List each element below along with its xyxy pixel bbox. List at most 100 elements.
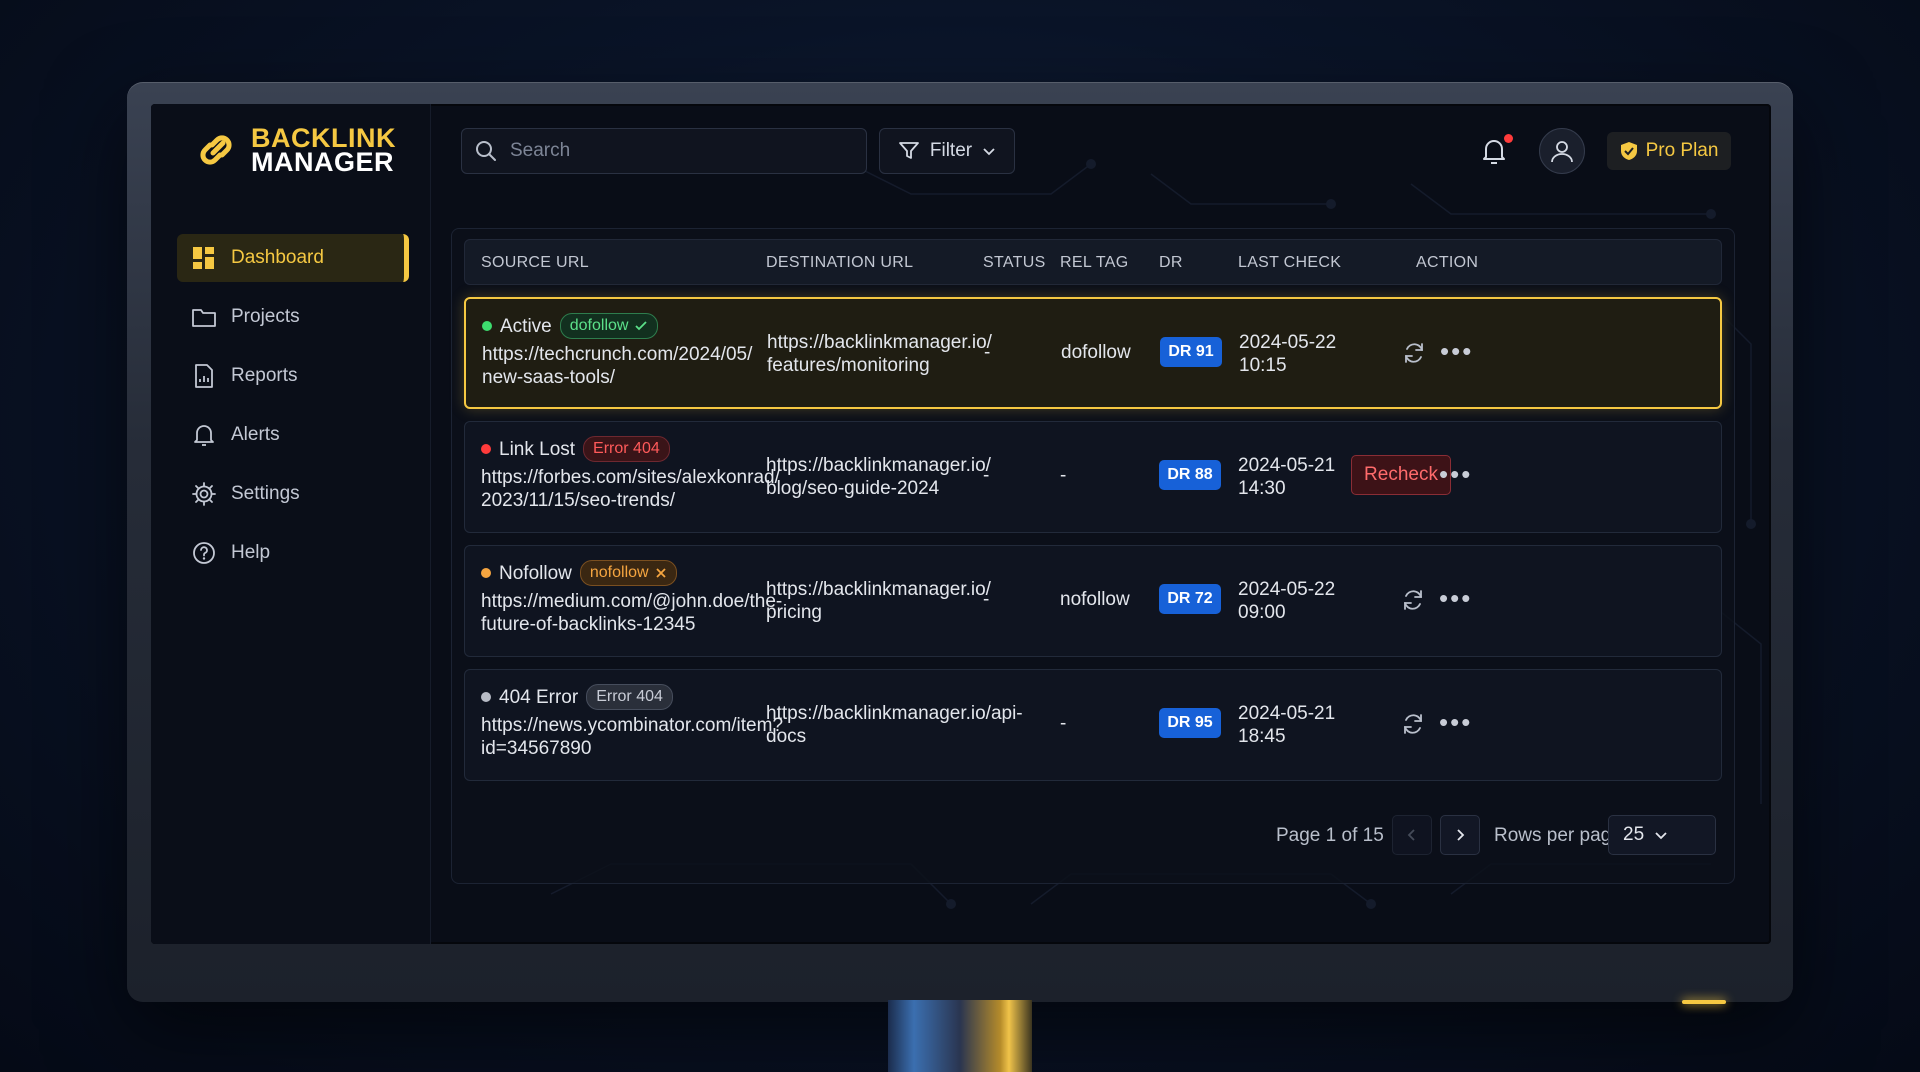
status-dot-red xyxy=(481,444,491,454)
logo-line-2: MANAGER xyxy=(251,147,394,177)
backlinks-table-panel: SOURCE URL DESTINATION URL STATUS REL TA… xyxy=(451,228,1735,884)
user-avatar[interactable] xyxy=(1539,128,1585,174)
chevron-down-icon xyxy=(1655,832,1667,840)
refresh-icon xyxy=(1404,590,1422,610)
page-indicator: Page 1 of 15 xyxy=(1276,825,1384,846)
monitor-stand xyxy=(888,1000,1032,1072)
more-options-icon[interactable]: ••• xyxy=(1439,585,1472,611)
destination-url[interactable]: https://backlinkmanager.io/ pricing xyxy=(766,578,991,624)
next-page-button[interactable] xyxy=(1440,815,1480,855)
plan-label: Pro Plan xyxy=(1645,140,1719,161)
sidebar-item-label: Settings xyxy=(231,483,300,504)
last-check-value: 2024-05-21 14:30 xyxy=(1238,455,1336,499)
error-chip: Error 404 xyxy=(583,436,670,462)
domain-rating-badge: DR 88 xyxy=(1159,460,1221,490)
error-chip: Error 404 xyxy=(586,684,673,710)
sidebar-item-settings[interactable]: Settings xyxy=(177,470,409,518)
rel-tag-value: dofollow xyxy=(1061,342,1131,363)
column-header-destination-url[interactable]: DESTINATION URL xyxy=(766,254,913,272)
shield-check-icon xyxy=(1620,142,1637,160)
sidebar-item-label: Reports xyxy=(231,365,298,386)
status-dot-orange xyxy=(481,568,491,578)
last-check-value: 2024-05-22 09:00 xyxy=(1238,579,1336,623)
refresh-button[interactable] xyxy=(1399,586,1427,614)
x-icon xyxy=(655,568,666,578)
search-box[interactable] xyxy=(461,128,867,174)
more-options-icon[interactable]: ••• xyxy=(1439,461,1472,487)
pro-plan-badge[interactable]: Pro Plan xyxy=(1607,132,1731,170)
refresh-button[interactable] xyxy=(1400,339,1428,367)
column-header-dr[interactable]: DR xyxy=(1159,254,1183,272)
power-indicator xyxy=(1682,1000,1726,1004)
table-row[interactable]: 404 Error Error 404 https://news.ycombin… xyxy=(464,669,1722,781)
status-value: - xyxy=(983,589,990,610)
domain-rating-badge: DR 91 xyxy=(1160,337,1222,367)
column-header-status[interactable]: STATUS xyxy=(983,254,1046,272)
table-row[interactable]: Active dofollow https://techcrunch.com/2… xyxy=(464,297,1722,409)
rel-tag-value: - xyxy=(1060,465,1067,486)
search-icon xyxy=(476,141,496,161)
screen: BACKLINK MANAGER Dashboard Projects Repo… xyxy=(151,104,1771,944)
rows-per-page-value: 25 xyxy=(1623,824,1645,845)
report-document-icon xyxy=(195,364,213,388)
user-icon xyxy=(1551,141,1573,163)
notification-badge xyxy=(1504,134,1513,143)
check-icon xyxy=(635,321,648,331)
recheck-button[interactable]: Recheck xyxy=(1351,455,1451,495)
filter-button[interactable]: Filter xyxy=(879,128,1015,174)
sidebar-item-alerts[interactable]: Alerts xyxy=(177,411,409,459)
rel-chip: nofollow xyxy=(579,560,677,586)
sidebar-item-label: Projects xyxy=(231,306,300,327)
source-url[interactable]: https://forbes.com/sites/alexkonrad/ 202… xyxy=(481,466,780,512)
column-header-last-check[interactable]: LAST CHECK xyxy=(1238,254,1341,272)
source-url[interactable]: https://techcrunch.com/2024/05/ new-saas… xyxy=(482,343,752,389)
sidebar-item-label: Help xyxy=(231,542,271,563)
refresh-icon xyxy=(1405,343,1423,363)
more-options-icon[interactable]: ••• xyxy=(1440,338,1473,364)
last-check-value: 2024-05-22 10:15 xyxy=(1239,332,1337,376)
folder-icon xyxy=(192,309,216,327)
source-url[interactable]: https://news.ycombinator.com/item? id=34… xyxy=(481,714,783,760)
search-input[interactable] xyxy=(510,140,850,162)
source-url[interactable]: https://medium.com/@john.doe/the- future… xyxy=(481,590,782,636)
refresh-button[interactable] xyxy=(1399,710,1427,738)
more-options-icon[interactable]: ••• xyxy=(1439,709,1472,735)
link-status-label: Nofollow xyxy=(499,562,572,584)
domain-rating-badge: DR 95 xyxy=(1159,708,1221,738)
table-header: SOURCE URL DESTINATION URL STATUS REL TA… xyxy=(464,239,1722,285)
column-header-rel-tag[interactable]: REL TAG xyxy=(1060,254,1129,272)
sidebar-item-label: Dashboard xyxy=(231,247,324,268)
status-value: - xyxy=(984,342,991,363)
last-check-value: 2024-05-21 18:45 xyxy=(1238,703,1336,747)
rel-tag-value: - xyxy=(1060,713,1067,734)
sidebar-item-projects[interactable]: Projects xyxy=(177,293,409,341)
destination-url[interactable]: https://backlinkmanager.io/ blog/seo-gui… xyxy=(766,454,991,500)
chevron-right-icon xyxy=(1457,829,1465,841)
status-dot-grey xyxy=(481,692,491,702)
domain-rating-badge: DR 72 xyxy=(1159,584,1221,614)
sidebar-item-help[interactable]: Help xyxy=(177,529,409,577)
filter-label: Filter xyxy=(929,140,973,161)
previous-page-button[interactable] xyxy=(1392,815,1432,855)
table-row[interactable]: Link Lost Error 404 https://forbes.com/s… xyxy=(464,421,1722,533)
destination-url[interactable]: https://backlinkmanager.io/ features/mon… xyxy=(767,331,992,377)
dashboard-grid-icon xyxy=(193,247,214,269)
sidebar-item-dashboard[interactable]: Dashboard xyxy=(177,234,409,282)
sidebar-item-label: Alerts xyxy=(231,424,280,445)
rows-per-page-select[interactable]: 25 xyxy=(1608,815,1716,855)
sidebar-item-reports[interactable]: Reports xyxy=(177,352,409,400)
column-header-action: ACTION xyxy=(1416,254,1479,271)
destination-url[interactable]: https://backlinkmanager.io/api- docs xyxy=(766,702,1023,748)
link-status-label: 404 Error xyxy=(499,686,579,708)
app-logo[interactable]: BACKLINK MANAGER xyxy=(193,125,396,177)
chevron-down-icon xyxy=(983,148,995,156)
link-status-label: Link Lost xyxy=(499,438,576,460)
column-header-source-url[interactable]: SOURCE URL xyxy=(481,254,589,272)
status-value: - xyxy=(983,465,990,486)
table-row[interactable]: Nofollow nofollow https://medium.com/@jo… xyxy=(464,545,1722,657)
sidebar-nav: Dashboard Projects Reports Alerts Settin… xyxy=(177,234,409,588)
status-dot-green xyxy=(482,321,492,331)
refresh-icon xyxy=(1404,714,1422,734)
link-status-label: Active xyxy=(500,315,552,337)
gear-icon xyxy=(192,482,216,506)
